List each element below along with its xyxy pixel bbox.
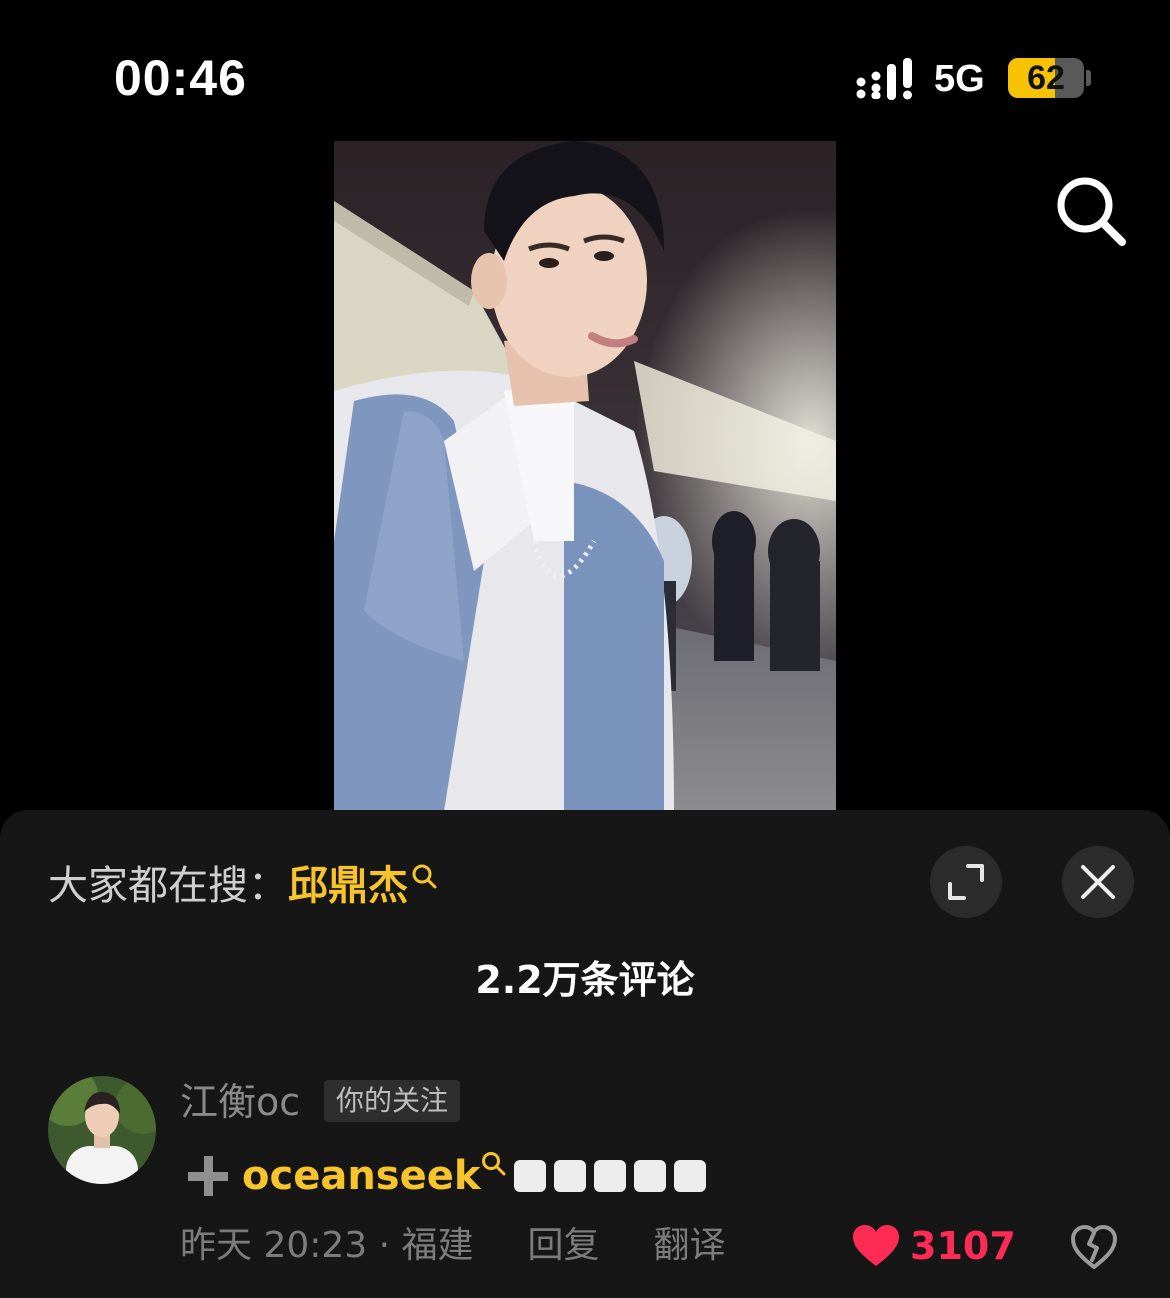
battery-percent: 62 <box>1027 59 1065 97</box>
expand-icon <box>948 864 984 900</box>
battery-tip <box>1086 70 1091 86</box>
battery-indicator: 62 <box>1008 58 1084 98</box>
trending-search-hint[interactable]: 大家都在搜： 邱鼎杰 <box>48 858 438 914</box>
search-icon[interactable] <box>1052 172 1130 250</box>
network-type: 5G <box>934 58 985 100</box>
following-badge: 你的关注 <box>324 1080 461 1122</box>
close-icon <box>1081 865 1115 899</box>
broken-heart-icon[interactable] <box>1070 1224 1118 1270</box>
placeholder-glyph <box>554 1160 587 1192</box>
comment-sheet: 大家都在搜： 邱鼎杰 2.2万条评论 江衡oc 你的关注 oceanseek 昨… <box>0 810 1170 1298</box>
avatar-image <box>48 1076 156 1184</box>
like-button[interactable]: 3107 <box>852 1220 1016 1272</box>
translate-button[interactable]: 翻译 <box>654 1220 726 1272</box>
video-frame[interactable] <box>334 141 836 811</box>
comment-meta: 昨天 20:23 · 福建 回复 翻译 <box>180 1220 726 1272</box>
comment-time-location: 昨天 20:23 · 福建 <box>180 1225 474 1266</box>
avatar[interactable] <box>48 1076 156 1184</box>
like-count: 3107 <box>910 1224 1016 1268</box>
close-button[interactable] <box>1062 846 1134 918</box>
placeholder-glyph <box>594 1160 627 1192</box>
reply-button[interactable]: 回复 <box>528 1220 600 1272</box>
plus-icon <box>188 1156 228 1196</box>
comment-username[interactable]: 江衡oc <box>180 1078 300 1126</box>
placeholder-glyph <box>634 1160 667 1192</box>
video-photo <box>334 141 836 811</box>
trending-search-keyword[interactable]: 邱鼎杰 <box>288 858 408 914</box>
expand-button[interactable] <box>930 846 1002 918</box>
link-search-icon <box>482 1152 506 1176</box>
placeholder-glyph <box>514 1160 547 1192</box>
trending-search-prefix: 大家都在搜： <box>48 863 288 909</box>
comment-text: oceanseek <box>186 1148 714 1204</box>
keyword-search-icon <box>412 864 437 889</box>
signal-icon <box>856 58 912 100</box>
heart-icon <box>853 1225 899 1266</box>
status-time: 00:46 <box>114 50 247 106</box>
comment-count-title: 2.2万条评论 <box>475 958 695 1002</box>
comment-search-link[interactable]: oceanseek <box>242 1148 480 1204</box>
placeholder-glyph <box>674 1160 707 1192</box>
